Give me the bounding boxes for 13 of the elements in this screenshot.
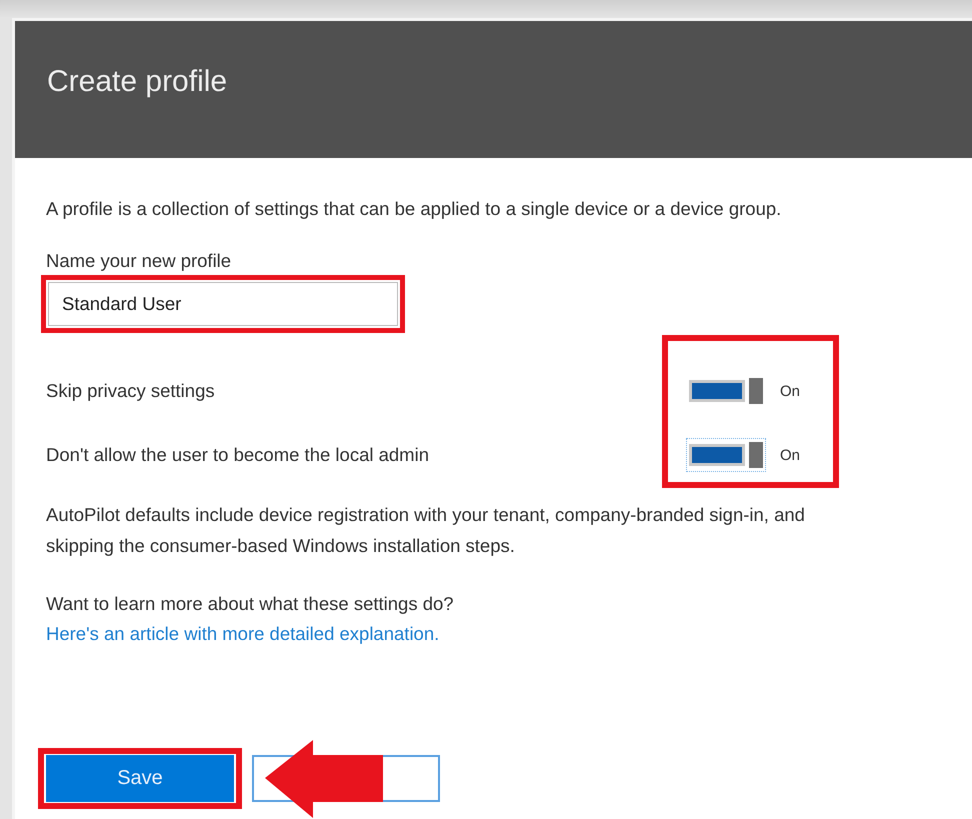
defaults-note: AutoPilot defaults include device registration with your tenant, company-branded sign-in, and skipping the consumer-based Windows installation steps. (46, 503, 806, 558)
description-text: A profile is a collection of settings that can be applied to a single device or a device group. (46, 198, 782, 220)
toggle-state-text: On (780, 446, 800, 464)
toggle-state-text: On (780, 382, 800, 400)
dialog-title: Create profile (47, 64, 228, 98)
save-button[interactable]: Save (46, 755, 234, 802)
field-label: Name your new profile (46, 250, 232, 272)
learn-more-text: Want to learn more about what these settings do? (46, 593, 455, 615)
profile-name-field[interactable]: Standard User (48, 282, 398, 326)
article-link[interactable]: Here's an article with more detailed explanation. (46, 623, 440, 645)
toggle-switch[interactable] (686, 438, 766, 472)
setting-label: Skip privacy settings (46, 380, 215, 402)
setting-label: Don't allow the user to become the local admin (46, 444, 429, 466)
